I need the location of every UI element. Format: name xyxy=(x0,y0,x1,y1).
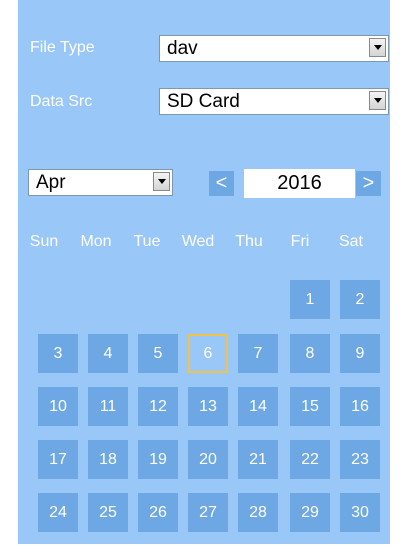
weekday-label: Fri xyxy=(290,233,310,250)
day-cell-selected[interactable]: 6 xyxy=(188,334,228,373)
weekday-label: Sun xyxy=(29,233,59,250)
month-select[interactable]: Apr xyxy=(28,169,173,196)
chevron-down-icon[interactable] xyxy=(153,172,170,191)
weekday-label: Wed xyxy=(181,233,215,250)
day-cell[interactable]: 13 xyxy=(188,387,228,426)
month-value: Apr xyxy=(36,172,66,193)
weekday-label: Thu xyxy=(235,233,263,250)
data-src-label: Data Src xyxy=(30,93,93,110)
next-year-button[interactable]: > xyxy=(356,171,381,196)
day-cell[interactable]: 18 xyxy=(88,440,128,479)
file-type-select[interactable]: dav xyxy=(159,35,389,62)
day-cell[interactable]: 14 xyxy=(238,387,278,426)
day-cell[interactable]: 26 xyxy=(138,493,178,532)
day-cell[interactable]: 29 xyxy=(290,493,330,532)
day-cell[interactable]: 17 xyxy=(38,440,78,479)
weekday-label: Mon xyxy=(80,233,112,250)
day-cell[interactable]: 8 xyxy=(290,334,330,373)
chevron-left-icon: < xyxy=(215,172,228,194)
day-cell[interactable]: 20 xyxy=(188,440,228,479)
day-cell[interactable]: 5 xyxy=(138,334,178,373)
day-cell[interactable]: 2 xyxy=(340,280,380,319)
day-cell[interactable]: 30 xyxy=(340,493,380,532)
day-cell[interactable]: 9 xyxy=(340,334,380,373)
day-cell[interactable]: 21 xyxy=(238,440,278,479)
day-cell[interactable]: 3 xyxy=(38,334,78,373)
data-src-select[interactable]: SD Card xyxy=(159,88,389,115)
year-display: 2016 xyxy=(244,169,355,198)
day-cell[interactable]: 12 xyxy=(138,387,178,426)
day-cell[interactable]: 16 xyxy=(340,387,380,426)
chevron-right-icon: > xyxy=(362,172,375,194)
file-type-label: File Type xyxy=(30,39,95,56)
file-type-value: dav xyxy=(167,38,198,59)
chevron-down-icon[interactable] xyxy=(369,38,386,57)
prev-year-button[interactable]: < xyxy=(209,171,234,196)
weekday-label: Sat xyxy=(338,233,363,250)
day-cell[interactable]: 28 xyxy=(238,493,278,532)
day-cell[interactable]: 4 xyxy=(88,334,128,373)
day-cell[interactable]: 15 xyxy=(290,387,330,426)
data-src-value: SD Card xyxy=(167,91,240,112)
day-cell[interactable]: 19 xyxy=(138,440,178,479)
day-cell[interactable]: 23 xyxy=(340,440,380,479)
day-cell[interactable]: 24 xyxy=(38,493,78,532)
year-value: 2016 xyxy=(277,172,322,194)
day-cell[interactable]: 10 xyxy=(38,387,78,426)
weekday-header: Sun Mon Tue Wed Thu Fri Sat xyxy=(19,233,376,253)
day-cell[interactable]: 11 xyxy=(88,387,128,426)
weekday-label: Tue xyxy=(133,233,161,250)
day-cell[interactable]: 22 xyxy=(290,440,330,479)
day-cell[interactable]: 27 xyxy=(188,493,228,532)
day-cell[interactable]: 25 xyxy=(88,493,128,532)
chevron-down-icon[interactable] xyxy=(369,91,386,110)
day-cell[interactable]: 7 xyxy=(238,334,278,373)
day-cell[interactable]: 1 xyxy=(290,280,330,319)
